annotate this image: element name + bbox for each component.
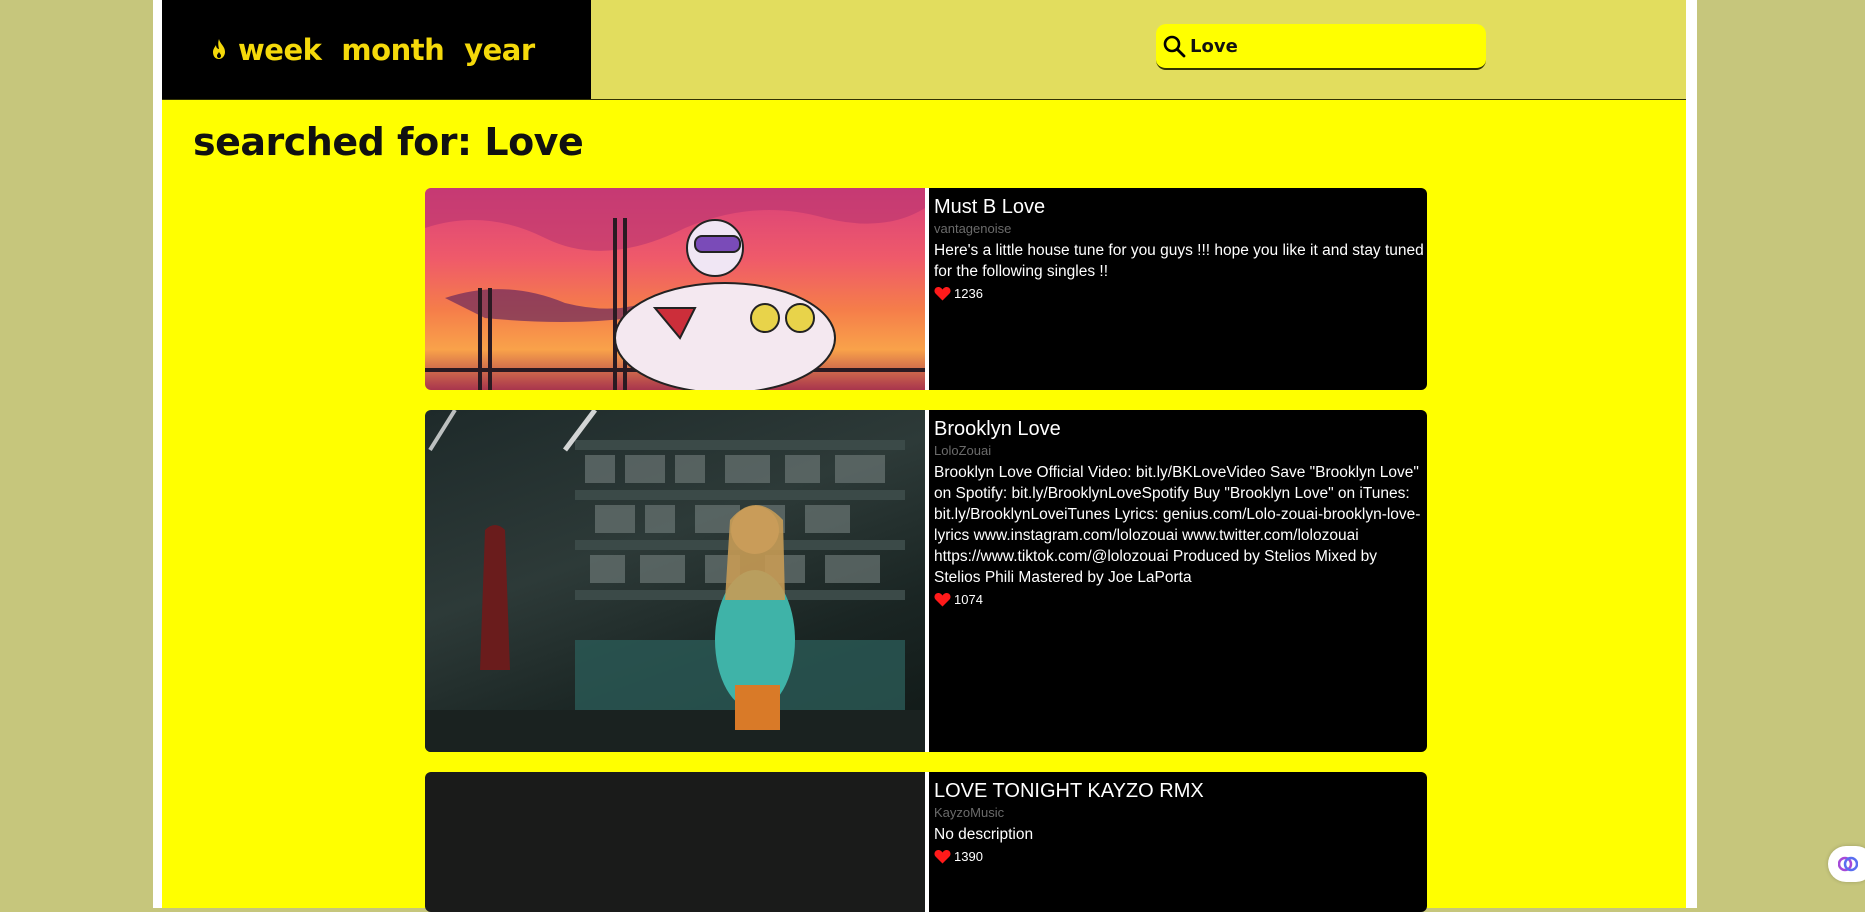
thumbnail-image[interactable] xyxy=(425,188,925,390)
result-description: No description xyxy=(934,826,1034,843)
result-card[interactable]: LOVE TONIGHT KAYZO RMX KayzoMusic No des… xyxy=(425,772,1427,912)
result-author[interactable]: KayzoMusic xyxy=(934,804,1427,822)
extension-button[interactable] xyxy=(1828,846,1865,882)
result-card[interactable]: Brooklyn Love LoloZouai Brooklyn Love Of… xyxy=(425,410,1427,752)
result-info: Brooklyn Love LoloZouai Brooklyn Love Of… xyxy=(929,410,1427,752)
period-nav: week month year xyxy=(162,0,591,99)
search-box xyxy=(1156,24,1486,70)
likes-value: 1236 xyxy=(954,286,983,301)
brain-icon xyxy=(1838,856,1858,872)
likes-count: 1390 xyxy=(934,849,1427,864)
result-info: LOVE TONIGHT KAYZO RMX KayzoMusic No des… xyxy=(929,772,1427,912)
search-icon[interactable] xyxy=(1162,34,1186,58)
result-title[interactable]: Brooklyn Love xyxy=(934,416,1427,442)
result-description: Brooklyn Love Official Video: bit.ly/BKL… xyxy=(934,464,1421,586)
thumbnail-image[interactable] xyxy=(425,772,925,912)
search-input[interactable] xyxy=(1190,35,1470,57)
result-card[interactable]: Must B Love vantagenoise Here's a little… xyxy=(425,188,1427,390)
result-author[interactable]: LoloZouai xyxy=(934,442,1427,460)
nav-link-week[interactable]: week xyxy=(238,33,322,67)
page-title: searched for: Love xyxy=(193,120,584,164)
flame-icon xyxy=(213,38,225,59)
result-info: Must B Love vantagenoise Here's a little… xyxy=(929,188,1427,390)
thumbnail-image[interactable] xyxy=(425,410,925,752)
app-container: week month year searched for: Love xyxy=(162,0,1686,912)
likes-count: 1074 xyxy=(934,592,1427,607)
result-title[interactable]: Must B Love xyxy=(934,194,1427,220)
nav-link-month[interactable]: month xyxy=(341,33,444,67)
heart-icon[interactable] xyxy=(934,849,951,864)
result-title[interactable]: LOVE TONIGHT KAYZO RMX xyxy=(934,778,1427,804)
likes-value: 1074 xyxy=(954,592,983,607)
result-author[interactable]: vantagenoise xyxy=(934,220,1427,238)
heart-icon[interactable] xyxy=(934,286,951,301)
nav-link-year[interactable]: year xyxy=(464,33,535,67)
likes-value: 1390 xyxy=(954,849,983,864)
likes-count: 1236 xyxy=(934,286,1427,301)
header: week month year xyxy=(162,0,1686,100)
result-description: Here's a little house tune for you guys … xyxy=(934,242,1424,280)
heart-icon[interactable] xyxy=(934,592,951,607)
